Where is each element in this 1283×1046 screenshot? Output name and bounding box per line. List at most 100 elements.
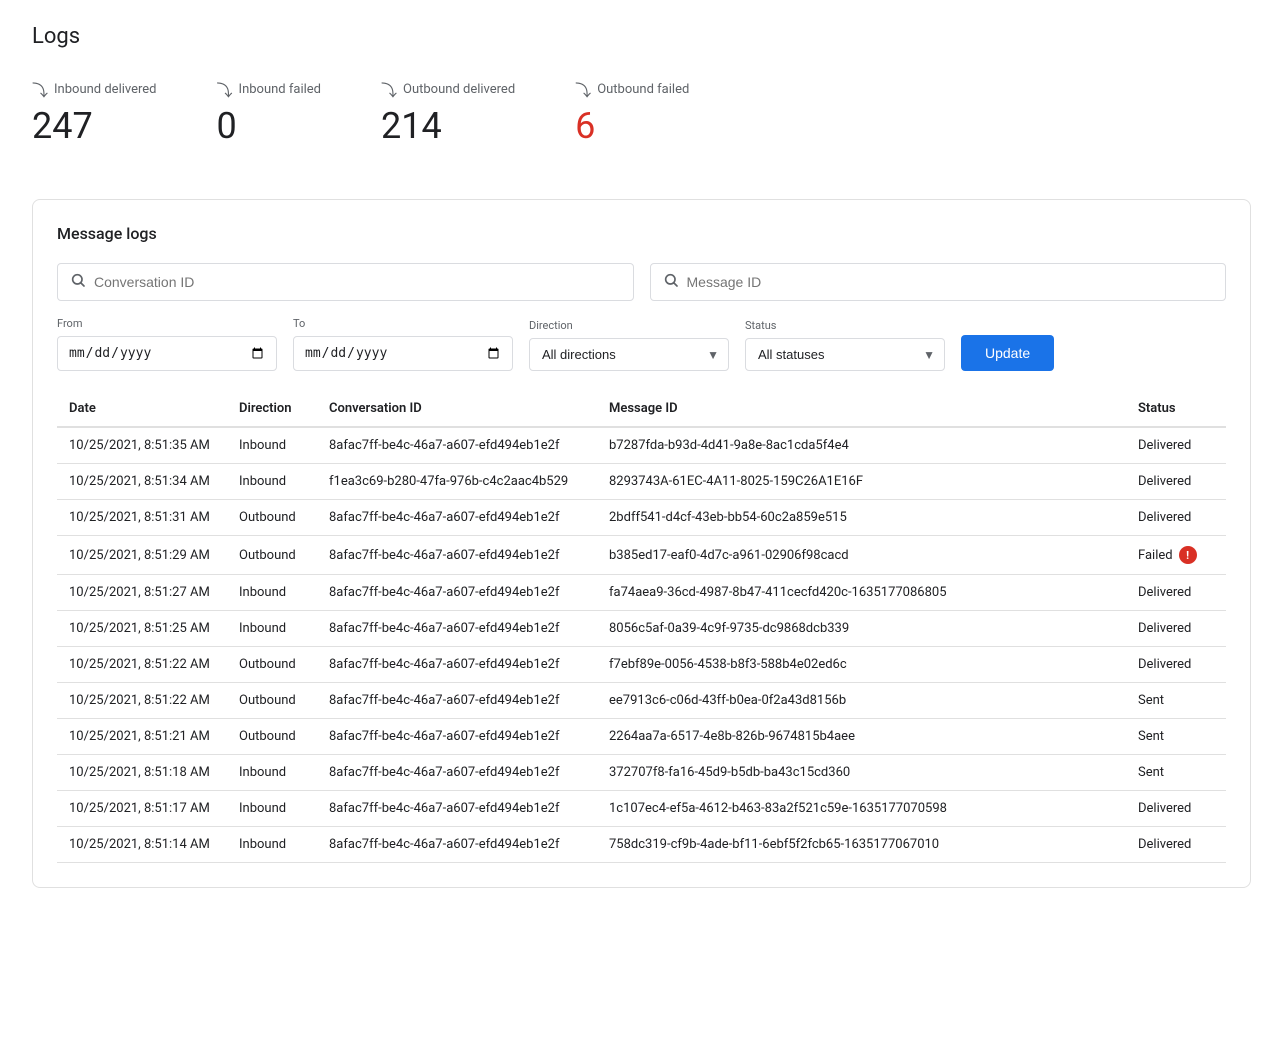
table-row[interactable]: 10/25/2021, 8:51:22 AMOutbound8afac7ff-b… — [57, 683, 1226, 719]
status-text-5: Delivered — [1126, 611, 1226, 647]
stat-outbound-delivered: ⤵ Outbound delivered 214 — [381, 77, 515, 147]
table-row[interactable]: 10/25/2021, 8:51:17 AMInbound8afac7ff-be… — [57, 791, 1226, 827]
status-text-6: Delivered — [1126, 647, 1226, 683]
conversation-id-cell-10: 8afac7ff-be4c-46a7-a607-efd494eb1e2f — [317, 791, 597, 827]
th-status: Status — [1126, 391, 1226, 427]
table-row[interactable]: 10/25/2021, 8:51:29 AMOutbound8afac7ff-b… — [57, 536, 1226, 575]
message-logs-title: Message logs — [57, 224, 1226, 243]
filters-row: From To Direction All directionsInboundO… — [57, 317, 1226, 371]
table-row[interactable]: 10/25/2021, 8:51:22 AMOutbound8afac7ff-b… — [57, 647, 1226, 683]
conversation-id-cell-1: f1ea3c69-b280-47fa-976b-c4c2aac4b529 — [317, 464, 597, 500]
conversation-id-cell-2: 8afac7ff-be4c-46a7-a607-efd494eb1e2f — [317, 500, 597, 536]
message-logs-table: DateDirectionConversation IDMessage IDSt… — [57, 391, 1226, 863]
table-row[interactable]: 10/25/2021, 8:51:18 AMInbound8afac7ff-be… — [57, 755, 1226, 791]
message-id-cell-9: 372707f8-fa16-45d9-b5db-ba43c15cd360 — [597, 755, 1126, 791]
direction-cell-6: Outbound — [227, 647, 317, 683]
date-cell-1: 10/25/2021, 8:51:34 AM — [57, 464, 227, 500]
status-text-8: Sent — [1126, 719, 1226, 755]
from-label: From — [57, 317, 277, 330]
stats-row: ⤵ Inbound delivered 247 ⤵ Inbound failed… — [32, 77, 1251, 167]
date-cell-4: 10/25/2021, 8:51:27 AM — [57, 575, 227, 611]
stat-value-outbound-delivered: 214 — [381, 105, 515, 147]
date-cell-9: 10/25/2021, 8:51:18 AM — [57, 755, 227, 791]
direction-cell-3: Outbound — [227, 536, 317, 575]
direction-cell-10: Inbound — [227, 791, 317, 827]
date-cell-10: 10/25/2021, 8:51:17 AM — [57, 791, 227, 827]
table-row[interactable]: 10/25/2021, 8:51:34 AMInboundf1ea3c69-b2… — [57, 464, 1226, 500]
search-row — [57, 263, 1226, 301]
stat-label-outbound-delivered: ⤵ Outbound delivered — [381, 77, 515, 101]
conversation-search-icon — [70, 272, 86, 292]
to-filter-group: To — [293, 317, 513, 371]
direction-cell-0: Inbound — [227, 427, 317, 464]
date-cell-6: 10/25/2021, 8:51:22 AM — [57, 647, 227, 683]
date-cell-3: 10/25/2021, 8:51:29 AM — [57, 536, 227, 575]
conversation-id-cell-8: 8afac7ff-be4c-46a7-a607-efd494eb1e2f — [317, 719, 597, 755]
conversation-id-input[interactable] — [94, 274, 621, 290]
status-text-0: Delivered — [1126, 427, 1226, 464]
stat-icon-outbound-failed: ⤵ — [575, 77, 591, 101]
stat-label-outbound-failed: ⤵ Outbound failed — [575, 77, 689, 101]
update-button[interactable]: Update — [961, 335, 1054, 371]
stat-icon-outbound-delivered: ⤵ — [381, 77, 397, 101]
status-cell-3: Failed ! — [1126, 536, 1226, 575]
message-search-icon — [663, 272, 679, 292]
status-text-4: Delivered — [1126, 575, 1226, 611]
conversation-id-cell-6: 8afac7ff-be4c-46a7-a607-efd494eb1e2f — [317, 647, 597, 683]
direction-select-wrapper: All directionsInboundOutbound ▼ — [529, 338, 729, 371]
status-text-9: Sent — [1126, 755, 1226, 791]
table-row[interactable]: 10/25/2021, 8:51:14 AMInbound8afac7ff-be… — [57, 827, 1226, 863]
direction-select[interactable]: All directionsInboundOutbound — [529, 338, 729, 371]
status-text-2: Delivered — [1126, 500, 1226, 536]
direction-cell-4: Inbound — [227, 575, 317, 611]
stat-inbound-failed: ⤵ Inbound failed 0 — [217, 77, 321, 147]
date-cell-5: 10/25/2021, 8:51:25 AM — [57, 611, 227, 647]
message-id-cell-3: b385ed17-eaf0-4d7c-a961-02906f98cacd — [597, 536, 1126, 575]
message-id-cell-2: 2bdff541-d4cf-43eb-bb54-60c2a859e515 — [597, 500, 1126, 536]
conversation-id-cell-4: 8afac7ff-be4c-46a7-a607-efd494eb1e2f — [317, 575, 597, 611]
th-direction: Direction — [227, 391, 317, 427]
status-text: Failed — [1138, 548, 1173, 563]
direction-cell-1: Inbound — [227, 464, 317, 500]
conversation-id-cell-9: 8afac7ff-be4c-46a7-a607-efd494eb1e2f — [317, 755, 597, 791]
conversation-id-search-box — [57, 263, 634, 301]
conversation-id-cell-5: 8afac7ff-be4c-46a7-a607-efd494eb1e2f — [317, 611, 597, 647]
table-body: 10/25/2021, 8:51:35 AMInbound8afac7ff-be… — [57, 427, 1226, 863]
to-date-input[interactable] — [293, 336, 513, 371]
table-row[interactable]: 10/25/2021, 8:51:31 AMOutbound8afac7ff-b… — [57, 500, 1226, 536]
message-id-cell-5: 8056c5af-0a39-4c9f-9735-dc9868dcb339 — [597, 611, 1126, 647]
message-id-cell-11: 758dc319-cf9b-4ade-bf11-6ebf5f2fcb65-163… — [597, 827, 1126, 863]
table-row[interactable]: 10/25/2021, 8:51:25 AMInbound8afac7ff-be… — [57, 611, 1226, 647]
stat-inbound-delivered: ⤵ Inbound delivered 247 — [32, 77, 157, 147]
message-id-cell-7: ee7913c6-c06d-43ff-b0ea-0f2a43d8156b — [597, 683, 1126, 719]
th-message-id: Message ID — [597, 391, 1126, 427]
message-id-input[interactable] — [687, 274, 1214, 290]
table-container: DateDirectionConversation IDMessage IDSt… — [57, 391, 1226, 863]
date-cell-7: 10/25/2021, 8:51:22 AM — [57, 683, 227, 719]
table-row[interactable]: 10/25/2021, 8:51:35 AMInbound8afac7ff-be… — [57, 427, 1226, 464]
from-date-input[interactable] — [57, 336, 277, 371]
message-id-cell-6: f7ebf89e-0056-4538-b8f3-588b4e02ed6c — [597, 647, 1126, 683]
status-text-10: Delivered — [1126, 791, 1226, 827]
failed-icon: ! — [1179, 546, 1197, 564]
th-conversation-id: Conversation ID — [317, 391, 597, 427]
status-text-7: Sent — [1126, 683, 1226, 719]
direction-cell-11: Inbound — [227, 827, 317, 863]
stat-value-inbound-delivered: 247 — [32, 105, 157, 147]
status-label: Status — [745, 319, 945, 332]
stat-icon-inbound-delivered: ⤵ — [32, 77, 48, 101]
stat-label-inbound-delivered: ⤵ Inbound delivered — [32, 77, 157, 101]
date-cell-2: 10/25/2021, 8:51:31 AM — [57, 500, 227, 536]
status-select[interactable]: All statusesDeliveredSentFailed — [745, 338, 945, 371]
message-id-search-box — [650, 263, 1227, 301]
message-id-cell-8: 2264aa7a-6517-4e8b-826b-9674815b4aee — [597, 719, 1126, 755]
direction-cell-9: Inbound — [227, 755, 317, 791]
stat-outbound-failed: ⤵ Outbound failed 6 — [575, 77, 689, 147]
direction-cell-2: Outbound — [227, 500, 317, 536]
table-row[interactable]: 10/25/2021, 8:51:27 AMInbound8afac7ff-be… — [57, 575, 1226, 611]
table-row[interactable]: 10/25/2021, 8:51:21 AMOutbound8afac7ff-b… — [57, 719, 1226, 755]
conversation-id-cell-3: 8afac7ff-be4c-46a7-a607-efd494eb1e2f — [317, 536, 597, 575]
direction-label: Direction — [529, 319, 729, 332]
date-cell-11: 10/25/2021, 8:51:14 AM — [57, 827, 227, 863]
message-id-cell-1: 8293743A-61EC-4A11-8025-159C26A1E16F — [597, 464, 1126, 500]
